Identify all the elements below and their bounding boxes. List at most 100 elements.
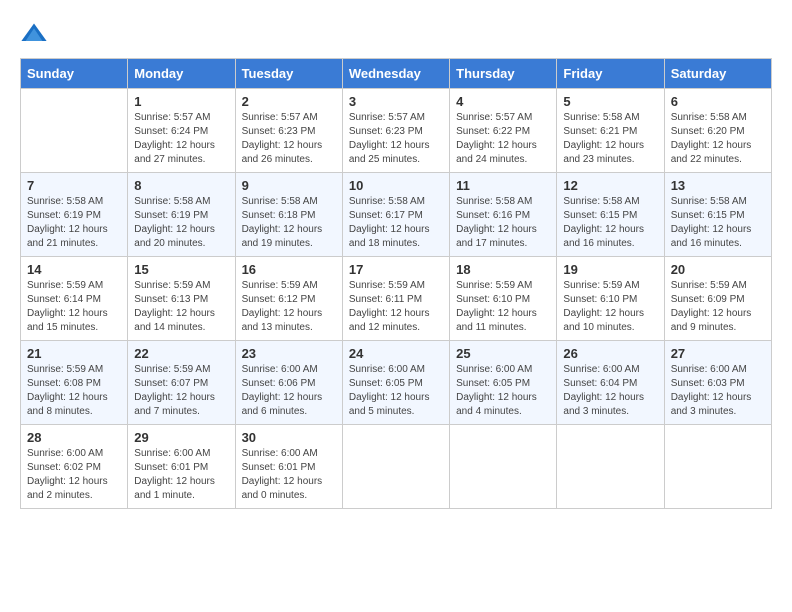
day-info: Sunrise: 5:57 AM Sunset: 6:22 PM Dayligh… bbox=[456, 111, 550, 167]
day-info: Sunrise: 6:00 AM Sunset: 6:05 PM Dayligh… bbox=[456, 363, 550, 419]
day-info: Sunrise: 5:58 AM Sunset: 6:20 PM Dayligh… bbox=[671, 111, 765, 167]
day-number: 3 bbox=[349, 94, 443, 109]
calendar-cell: 9 Sunrise: 5:58 AM Sunset: 6:18 PM Daylig… bbox=[235, 173, 342, 257]
logo-icon bbox=[20, 20, 48, 48]
day-info: Sunrise: 5:59 AM Sunset: 6:14 PM Dayligh… bbox=[27, 279, 121, 335]
calendar-cell: 15 Sunrise: 5:59 AM Sunset: 6:13 PM Dayli… bbox=[128, 257, 235, 341]
day-info: Sunrise: 6:00 AM Sunset: 6:06 PM Dayligh… bbox=[242, 363, 336, 419]
calendar-cell: 28Sunrise: 6:00 AM Sunset: 6:02 PM Dayli… bbox=[21, 425, 128, 509]
logo bbox=[20, 20, 52, 48]
calendar-cell: 29 Sunrise: 6:00 AM Sunset: 6:01 PM Dayli… bbox=[128, 425, 235, 509]
day-number: 7 bbox=[27, 178, 121, 193]
day-number: 11 bbox=[456, 178, 550, 193]
calendar-cell bbox=[664, 425, 771, 509]
calendar-cell: 14 Sunrise: 5:59 AM Sunset: 6:14 PM Dayli… bbox=[21, 257, 128, 341]
day-info: Sunrise: 5:58 AM Sunset: 6:18 PM Dayligh… bbox=[242, 195, 336, 251]
day-number: 1 bbox=[134, 94, 228, 109]
day-number: 13 bbox=[671, 178, 765, 193]
calendar-cell bbox=[342, 425, 449, 509]
day-info: Sunrise: 5:59 AM Sunset: 6:07 PM Dayligh… bbox=[134, 363, 228, 419]
calendar-cell: 6 Sunrise: 5:58 AM Sunset: 6:20 PM Daylig… bbox=[664, 89, 771, 173]
day-info: Sunrise: 5:58 AM Sunset: 6:19 PM Dayligh… bbox=[134, 195, 228, 251]
col-header-wednesday: Wednesday bbox=[342, 59, 449, 89]
day-number: 28 bbox=[27, 430, 121, 445]
calendar-cell: 30 Sunrise: 6:00 AM Sunset: 6:01 PM Dayli… bbox=[235, 425, 342, 509]
calendar-cell: 25Sunrise: 6:00 AM Sunset: 6:05 PM Dayli… bbox=[450, 341, 557, 425]
day-info: Sunrise: 5:58 AM Sunset: 6:21 PM Dayligh… bbox=[563, 111, 657, 167]
day-info: Sunrise: 6:00 AM Sunset: 6:05 PM Dayligh… bbox=[349, 363, 443, 419]
day-info: Sunrise: 5:59 AM Sunset: 6:08 PM Dayligh… bbox=[27, 363, 121, 419]
col-header-thursday: Thursday bbox=[450, 59, 557, 89]
day-info: Sunrise: 5:57 AM Sunset: 6:23 PM Dayligh… bbox=[349, 111, 443, 167]
day-info: Sunrise: 5:59 AM Sunset: 6:11 PM Dayligh… bbox=[349, 279, 443, 335]
day-info: Sunrise: 5:59 AM Sunset: 6:10 PM Dayligh… bbox=[456, 279, 550, 335]
day-number: 9 bbox=[242, 178, 336, 193]
calendar-cell: 5 Sunrise: 5:58 AM Sunset: 6:21 PM Daylig… bbox=[557, 89, 664, 173]
day-info: Sunrise: 5:59 AM Sunset: 6:10 PM Dayligh… bbox=[563, 279, 657, 335]
day-info: Sunrise: 5:59 AM Sunset: 6:09 PM Dayligh… bbox=[671, 279, 765, 335]
day-info: Sunrise: 5:58 AM Sunset: 6:16 PM Dayligh… bbox=[456, 195, 550, 251]
calendar-cell: 13 Sunrise: 5:58 AM Sunset: 6:15 PM Dayli… bbox=[664, 173, 771, 257]
day-info: Sunrise: 6:00 AM Sunset: 6:01 PM Dayligh… bbox=[242, 447, 336, 503]
calendar-cell: 8 Sunrise: 5:58 AM Sunset: 6:19 PM Daylig… bbox=[128, 173, 235, 257]
calendar-cell bbox=[450, 425, 557, 509]
day-number: 10 bbox=[349, 178, 443, 193]
day-number: 23 bbox=[242, 346, 336, 361]
col-header-friday: Friday bbox=[557, 59, 664, 89]
calendar-cell: 27 Sunrise: 6:00 AM Sunset: 6:03 PM Dayli… bbox=[664, 341, 771, 425]
calendar-cell: 16 Sunrise: 5:59 AM Sunset: 6:12 PM Dayli… bbox=[235, 257, 342, 341]
day-number: 15 bbox=[134, 262, 228, 277]
day-number: 6 bbox=[671, 94, 765, 109]
header-row: SundayMondayTuesdayWednesdayThursdayFrid… bbox=[21, 59, 772, 89]
week-row-3: 14 Sunrise: 5:59 AM Sunset: 6:14 PM Dayli… bbox=[21, 257, 772, 341]
calendar-cell bbox=[557, 425, 664, 509]
day-number: 29 bbox=[134, 430, 228, 445]
calendar-cell: 7 Sunrise: 5:58 AM Sunset: 6:19 PM Daylig… bbox=[21, 173, 128, 257]
week-row-1: 1 Sunrise: 5:57 AM Sunset: 6:24 PM Daylig… bbox=[21, 89, 772, 173]
calendar-table: SundayMondayTuesdayWednesdayThursdayFrid… bbox=[20, 58, 772, 509]
calendar-cell: 4Sunrise: 5:57 AM Sunset: 6:22 PM Daylig… bbox=[450, 89, 557, 173]
day-info: Sunrise: 5:57 AM Sunset: 6:24 PM Dayligh… bbox=[134, 111, 228, 167]
calendar-cell: 23 Sunrise: 6:00 AM Sunset: 6:06 PM Dayli… bbox=[235, 341, 342, 425]
day-info: Sunrise: 5:59 AM Sunset: 6:13 PM Dayligh… bbox=[134, 279, 228, 335]
col-header-saturday: Saturday bbox=[664, 59, 771, 89]
calendar-cell: 19 Sunrise: 5:59 AM Sunset: 6:10 PM Dayli… bbox=[557, 257, 664, 341]
day-info: Sunrise: 5:59 AM Sunset: 6:12 PM Dayligh… bbox=[242, 279, 336, 335]
calendar-cell bbox=[21, 89, 128, 173]
calendar-cell: 26 Sunrise: 6:00 AM Sunset: 6:04 PM Dayli… bbox=[557, 341, 664, 425]
day-info: Sunrise: 5:58 AM Sunset: 6:15 PM Dayligh… bbox=[563, 195, 657, 251]
calendar-cell: 22 Sunrise: 5:59 AM Sunset: 6:07 PM Dayli… bbox=[128, 341, 235, 425]
calendar-cell: 21Sunrise: 5:59 AM Sunset: 6:08 PM Dayli… bbox=[21, 341, 128, 425]
day-number: 18 bbox=[456, 262, 550, 277]
week-row-2: 7 Sunrise: 5:58 AM Sunset: 6:19 PM Daylig… bbox=[21, 173, 772, 257]
day-number: 24 bbox=[349, 346, 443, 361]
day-number: 22 bbox=[134, 346, 228, 361]
calendar-cell: 17Sunrise: 5:59 AM Sunset: 6:11 PM Dayli… bbox=[342, 257, 449, 341]
day-number: 26 bbox=[563, 346, 657, 361]
calendar-cell: 3 Sunrise: 5:57 AM Sunset: 6:23 PM Daylig… bbox=[342, 89, 449, 173]
day-number: 27 bbox=[671, 346, 765, 361]
day-number: 16 bbox=[242, 262, 336, 277]
day-info: Sunrise: 5:58 AM Sunset: 6:19 PM Dayligh… bbox=[27, 195, 121, 251]
day-info: Sunrise: 6:00 AM Sunset: 6:04 PM Dayligh… bbox=[563, 363, 657, 419]
day-number: 30 bbox=[242, 430, 336, 445]
day-number: 8 bbox=[134, 178, 228, 193]
calendar-cell: 11 Sunrise: 5:58 AM Sunset: 6:16 PM Dayli… bbox=[450, 173, 557, 257]
col-header-monday: Monday bbox=[128, 59, 235, 89]
day-number: 5 bbox=[563, 94, 657, 109]
col-header-sunday: Sunday bbox=[21, 59, 128, 89]
calendar-cell: 18 Sunrise: 5:59 AM Sunset: 6:10 PM Dayli… bbox=[450, 257, 557, 341]
week-row-4: 21Sunrise: 5:59 AM Sunset: 6:08 PM Dayli… bbox=[21, 341, 772, 425]
day-number: 19 bbox=[563, 262, 657, 277]
day-info: Sunrise: 5:58 AM Sunset: 6:17 PM Dayligh… bbox=[349, 195, 443, 251]
day-info: Sunrise: 6:00 AM Sunset: 6:03 PM Dayligh… bbox=[671, 363, 765, 419]
day-number: 14 bbox=[27, 262, 121, 277]
week-row-5: 28Sunrise: 6:00 AM Sunset: 6:02 PM Dayli… bbox=[21, 425, 772, 509]
day-info: Sunrise: 6:00 AM Sunset: 6:01 PM Dayligh… bbox=[134, 447, 228, 503]
day-number: 2 bbox=[242, 94, 336, 109]
day-number: 20 bbox=[671, 262, 765, 277]
day-info: Sunrise: 5:58 AM Sunset: 6:15 PM Dayligh… bbox=[671, 195, 765, 251]
calendar-cell: 12 Sunrise: 5:58 AM Sunset: 6:15 PM Dayli… bbox=[557, 173, 664, 257]
calendar-cell: 2Sunrise: 5:57 AM Sunset: 6:23 PM Daylig… bbox=[235, 89, 342, 173]
day-number: 12 bbox=[563, 178, 657, 193]
